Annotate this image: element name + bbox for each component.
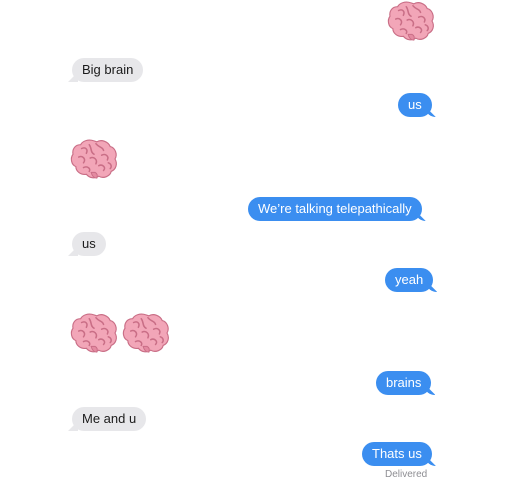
message-bubble-received[interactable]: Me and u <box>72 407 147 431</box>
message-bubble-sent[interactable]: Thats us <box>362 442 432 466</box>
brain-icon <box>385 0 437 42</box>
message-bubble-received[interactable]: us <box>72 232 106 256</box>
brain-icon <box>120 312 172 354</box>
brain-icon <box>68 312 120 354</box>
message-thread: Big brain us We’re talking telepathicall… <box>0 0 520 484</box>
message-bubble-sent[interactable]: yeah <box>385 268 434 292</box>
brain-icon <box>68 138 120 180</box>
message-bubble-sent[interactable]: brains <box>376 371 432 395</box>
message-bubble-sent[interactable]: We’re talking telepathically <box>248 197 422 221</box>
delivered-status: Delivered <box>385 469 428 480</box>
message-bubble-received[interactable]: Big brain <box>72 58 144 82</box>
message-bubble-sent[interactable]: us <box>398 93 432 117</box>
